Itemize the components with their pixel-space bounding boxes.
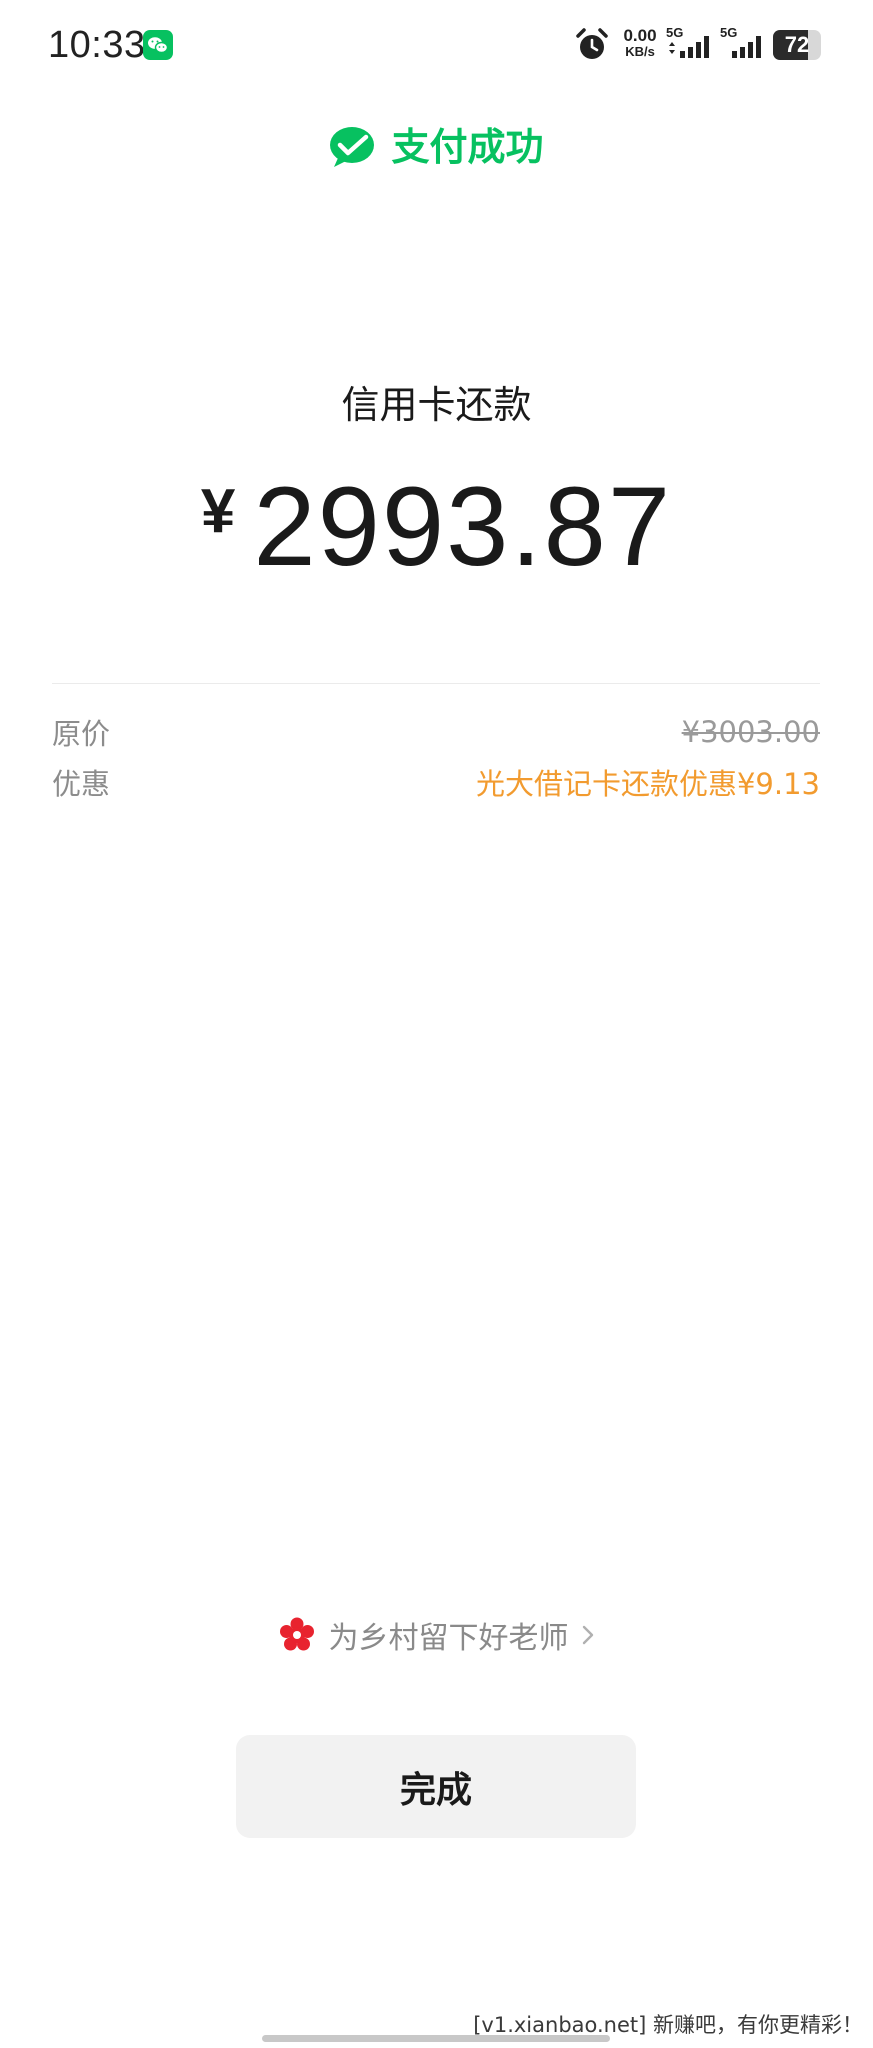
status-bar: 10:33 0.00 KB/s 5G 5G 72 [0,0,873,92]
discount-label: 优惠 [52,767,111,801]
battery-percent: 72 [784,32,810,57]
network-speed: 0.00 KB/s [618,27,662,60]
chevron-right-icon [582,1625,593,1645]
done-button[interactable]: 完成 [236,1735,636,1838]
signal-strength-2: 5G [720,26,772,62]
network-speed-value: 0.00 [623,26,657,45]
original-price-value: ¥3003.00 [681,715,820,749]
original-price-label: 原价 [52,717,111,751]
status-time: 10:33 [48,24,146,66]
discount-row: 优惠 光大借记卡还款优惠¥9.13 [52,761,820,803]
battery-indicator: 72 [773,30,821,60]
signal-bars-icon [732,36,761,58]
success-header: 支付成功 [0,120,873,174]
amount-value: 2993.87 [253,464,673,589]
divider [52,683,820,684]
alarm-icon [574,27,610,63]
payment-amount: ¥2993.87 [0,462,873,592]
signal-bars-icon [669,36,709,58]
wechat-pay-icon [330,127,375,167]
success-title: 支付成功 [391,125,544,169]
original-price-row: 原价 ¥3003.00 [52,711,820,753]
flower-icon [279,1617,314,1651]
watermark-text: [v1.xianbao.net] 新赚吧，有你更精彩！ [473,2013,863,2037]
currency-symbol: ¥ [200,477,236,546]
charity-link[interactable]: 为乡村留下好老师 [0,1610,873,1660]
discount-value: 光大借记卡还款优惠¥9.13 [475,767,820,801]
merchant-name: 信用卡还款 [341,383,532,427]
signal-strength-1: 5G [666,26,718,62]
network-speed-unit: KB/s [625,44,655,59]
charity-text: 为乡村留下好老师 [328,1621,569,1656]
wechat-icon [143,30,173,60]
